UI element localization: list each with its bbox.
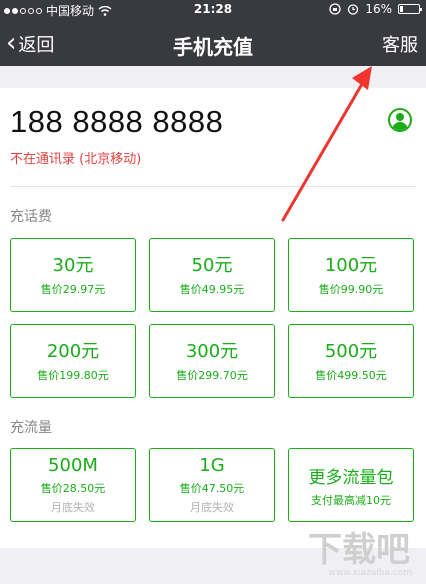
tile-price: 售价29.97元 — [40, 283, 106, 296]
data-section-label: 充流量 — [10, 420, 52, 436]
battery-icon — [398, 4, 422, 14]
tile-price: 售价199.80元 — [37, 369, 109, 382]
status-bar: 中国移动 21:28 16% — [0, 0, 426, 20]
watermark-logo: 下载吧 www.xiazaiba.com — [298, 520, 418, 580]
watermark-url: www.xiazaiba.com — [328, 568, 412, 578]
tile-amount: 1G — [199, 455, 225, 476]
tile-amount: 100元 — [324, 255, 378, 276]
tile-amount: 500元 — [324, 341, 378, 362]
status-right: 16% — [329, 2, 422, 16]
tile-expiry-note: 月底失效 — [190, 501, 234, 514]
alarm-icon — [348, 4, 359, 15]
data-tile-more-packages[interactable]: 更多流量包 支付最高减10元 — [288, 448, 414, 522]
tile-amount: 300元 — [185, 341, 239, 362]
call-fee-tile-300[interactable]: 300元 售价299.70元 — [149, 324, 275, 398]
phone-number-field[interactable]: 188 8888 8888 — [10, 104, 223, 140]
recharge-card: 188 8888 8888 不在通讯录 (北京移动) 充话费 30元 售价29.… — [0, 88, 426, 548]
call-fee-tile-50[interactable]: 50元 售价49.95元 — [149, 238, 275, 312]
tile-price: 售价49.95元 — [179, 283, 245, 296]
call-fee-tile-30[interactable]: 30元 售价29.97元 — [10, 238, 136, 312]
data-tile-1g[interactable]: 1G 售价47.50元 月底失效 — [149, 448, 275, 522]
call-fee-section-label: 充话费 — [10, 209, 52, 225]
tile-price: 售价299.70元 — [176, 369, 248, 382]
tile-amount: 更多流量包 — [308, 468, 394, 488]
tile-promo: 支付最高减10元 — [311, 494, 391, 507]
call-fee-tile-100[interactable]: 100元 售价99.90元 — [288, 238, 414, 312]
tile-price: 售价99.90元 — [318, 283, 384, 296]
tile-price: 售价47.50元 — [179, 482, 245, 495]
call-fee-tile-200[interactable]: 200元 售价199.80元 — [10, 324, 136, 398]
customer-service-button[interactable]: 客服 — [382, 31, 418, 57]
tile-amount: 500M — [48, 455, 98, 476]
battery-percent: 16% — [365, 2, 392, 16]
tile-price: 售价499.50元 — [315, 369, 387, 382]
data-tile-500m[interactable]: 500M 售价28.50元 月底失效 — [10, 448, 136, 522]
tile-expiry-note: 月底失效 — [51, 501, 95, 514]
divider — [10, 186, 416, 187]
tile-amount: 30元 — [52, 255, 94, 276]
tile-price: 售价28.50元 — [40, 482, 106, 495]
rotation-lock-icon — [329, 3, 341, 15]
tile-amount: 50元 — [191, 255, 233, 276]
call-fee-tile-500[interactable]: 500元 售价499.50元 — [288, 324, 414, 398]
watermark-text: 下载吧 — [308, 530, 410, 570]
page-title: 手机充值 — [173, 35, 253, 59]
nav-bar: ‹ 返回 手机充值 客服 — [0, 20, 426, 66]
contact-picker-icon[interactable] — [388, 108, 412, 132]
tile-amount: 200元 — [46, 341, 100, 362]
contact-status-note: 不在通讯录 (北京移动) — [10, 152, 142, 167]
